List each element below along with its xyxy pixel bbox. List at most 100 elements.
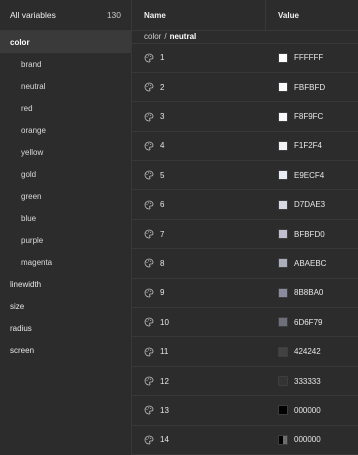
palette-icon	[144, 347, 154, 357]
value-cell[interactable]: E9ECF4	[266, 161, 324, 189]
hex-value: FBFBFD	[294, 82, 326, 92]
hex-value: 6D6F79	[294, 317, 323, 327]
table-row[interactable]: 13 000000	[132, 396, 358, 426]
breadcrumb-current: neutral	[169, 32, 197, 42]
palette-icon	[144, 82, 154, 92]
sidebar-item-color[interactable]: color	[0, 31, 131, 53]
table-row[interactable]: 4 F1F2F4	[132, 132, 358, 162]
sidebar: All variables 130 color brand neutral red or…	[0, 0, 132, 455]
value-cell[interactable]: 424242	[266, 337, 321, 365]
variable-count: 130	[106, 10, 121, 20]
table-row[interactable]: 9 8B8BA0	[132, 279, 358, 309]
value-cell[interactable]: 000000	[266, 396, 321, 424]
sidebar-item-orange[interactable]: orange	[0, 119, 131, 141]
value-column-header[interactable]: Value	[266, 11, 299, 20]
name-cell[interactable]: 2	[132, 73, 266, 101]
palette-icon	[144, 317, 154, 327]
name-cell[interactable]: 4	[132, 132, 266, 160]
sidebar-item-linewidth[interactable]: linewidth	[0, 273, 131, 295]
color-swatch[interactable]	[278, 170, 288, 181]
sidebar-item-gold[interactable]: gold	[0, 163, 131, 185]
variable-name: 10	[160, 317, 169, 327]
hex-value: E9ECF4	[294, 170, 325, 180]
color-swatch[interactable]	[278, 199, 288, 210]
color-swatch[interactable]	[278, 52, 288, 63]
hex-value: 8B8BA0	[294, 288, 324, 298]
value-cell[interactable]: 333333	[266, 367, 321, 395]
value-cell[interactable]: 6D6F79	[266, 308, 322, 336]
color-swatch[interactable]	[278, 287, 288, 298]
sidebar-item-screen[interactable]: screen	[0, 339, 131, 361]
palette-icon	[144, 405, 154, 415]
table-row[interactable]: 5 E9ECF4	[132, 161, 358, 191]
variables-table: Name Value color / neutral 1 FFFFFF 2 FBFBF…	[132, 0, 358, 455]
table-row[interactable]: 11 424242	[132, 337, 358, 367]
table-row[interactable]: 3 F8F9FC	[132, 102, 358, 132]
sidebar-item-brand[interactable]: brand	[0, 53, 131, 75]
hex-value: FFFFFF	[294, 53, 324, 63]
value-cell[interactable]: ABAEBC	[266, 249, 326, 277]
color-swatch[interactable]	[278, 111, 288, 122]
all-variables-label: All variables	[10, 10, 56, 20]
value-cell[interactable]: 000000	[266, 426, 321, 454]
table-row[interactable]: 10 6D6F79	[132, 308, 358, 338]
hex-value: F8F9FC	[294, 112, 324, 121]
name-cell[interactable]: 9	[132, 279, 266, 307]
sidebar-item-purple[interactable]: purple	[0, 229, 131, 251]
table-row[interactable]: 6 D7DAE3	[132, 190, 358, 220]
sidebar-item-red[interactable]: red	[0, 97, 131, 119]
name-column-header[interactable]: Name	[132, 0, 266, 31]
color-swatch[interactable]	[278, 258, 288, 269]
color-swatch[interactable]	[278, 346, 288, 357]
table-row[interactable]: 8 ABAEBC	[132, 249, 358, 279]
color-swatch[interactable]	[278, 405, 288, 416]
sidebar-header[interactable]: All variables 130	[0, 0, 131, 31]
palette-icon	[144, 435, 154, 445]
breadcrumb-separator: /	[164, 32, 167, 42]
table-row[interactable]: 7 BFBFD0	[132, 220, 358, 250]
sidebar-item-magenta[interactable]: magenta	[0, 251, 131, 273]
table-header: Name Value	[132, 0, 358, 31]
name-cell[interactable]: 13	[132, 396, 266, 424]
sidebar-item-yellow[interactable]: yellow	[0, 141, 131, 163]
name-cell[interactable]: 12	[132, 367, 266, 395]
name-cell[interactable]: 10	[132, 308, 266, 336]
value-cell[interactable]: FFFFFF	[266, 44, 323, 72]
name-cell[interactable]: 3	[132, 102, 266, 130]
variable-name: 5	[160, 170, 165, 180]
value-cell[interactable]: D7DAE3	[266, 190, 325, 218]
color-swatch[interactable]	[278, 376, 288, 387]
color-swatch[interactable]	[278, 317, 288, 328]
sidebar-item-size[interactable]: size	[0, 295, 131, 317]
name-cell[interactable]: 14	[132, 426, 266, 454]
value-cell[interactable]: 8B8BA0	[266, 279, 323, 307]
table-row[interactable]: 12 333333	[132, 367, 358, 397]
name-cell[interactable]: 5	[132, 161, 266, 189]
color-swatch[interactable]	[278, 434, 288, 445]
collection-list: color brand neutral red orange yellow gold gree…	[0, 31, 131, 361]
value-cell[interactable]: BFBFD0	[266, 220, 325, 248]
name-cell[interactable]: 8	[132, 249, 266, 277]
hex-value: 424242	[294, 347, 321, 357]
color-swatch[interactable]	[278, 229, 288, 240]
table-row[interactable]: 14 000000	[132, 426, 358, 455]
value-cell[interactable]: F8F9FC	[266, 102, 323, 130]
variable-name: 11	[160, 347, 169, 357]
color-swatch[interactable]	[278, 140, 288, 151]
name-cell[interactable]: 6	[132, 190, 266, 218]
name-cell[interactable]: 11	[132, 337, 266, 365]
name-cell[interactable]: 7	[132, 220, 266, 248]
value-cell[interactable]: FBFBFD	[266, 73, 325, 101]
variable-name: 1	[160, 53, 165, 63]
sidebar-item-neutral[interactable]: neutral	[0, 75, 131, 97]
sidebar-item-blue[interactable]: blue	[0, 207, 131, 229]
color-swatch[interactable]	[278, 82, 288, 93]
name-cell[interactable]: 1	[132, 44, 266, 72]
table-row[interactable]: 2 FBFBFD	[132, 73, 358, 103]
table-row[interactable]: 1 FFFFFF	[132, 44, 358, 73]
sidebar-item-radius[interactable]: radius	[0, 317, 131, 339]
sidebar-item-green[interactable]: green	[0, 185, 131, 207]
breadcrumb-parent[interactable]: color	[144, 32, 161, 41]
value-cell[interactable]: F1F2F4	[266, 132, 322, 160]
palette-icon	[144, 141, 154, 151]
